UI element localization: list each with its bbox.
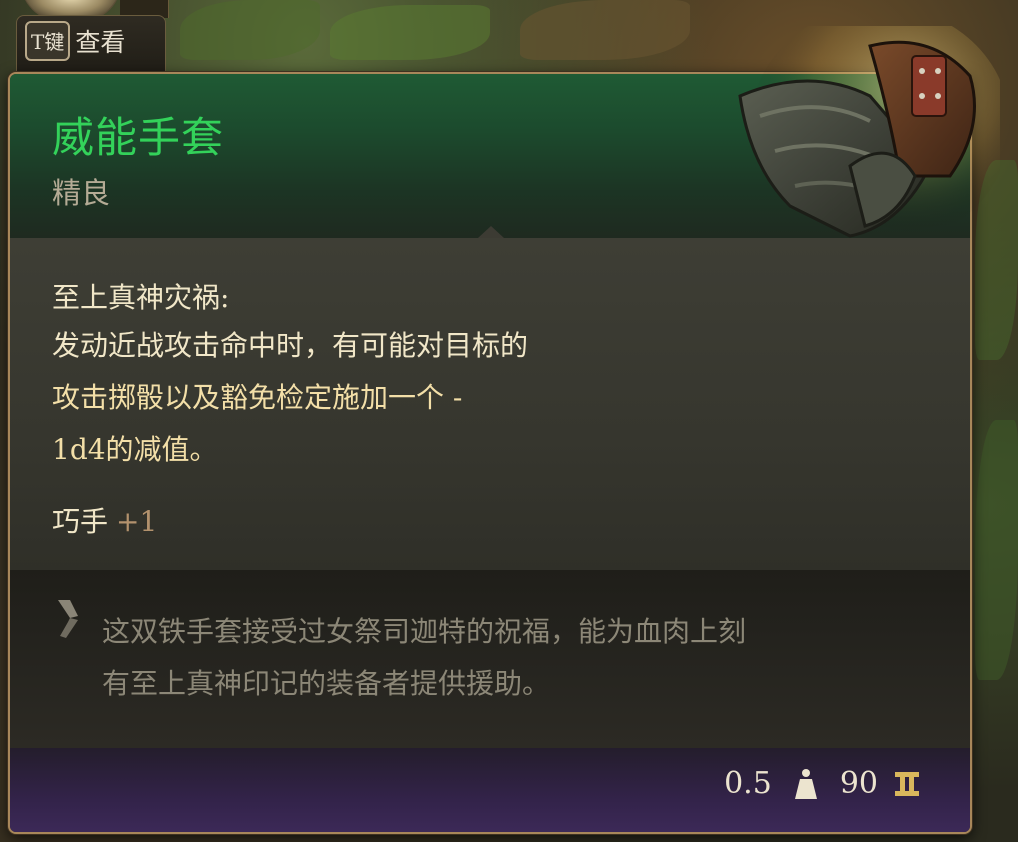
scene-foliage: [520, 0, 690, 60]
scene-foliage: [330, 5, 490, 60]
stat-value: +1: [116, 505, 158, 538]
examine-label: 查看: [75, 27, 126, 57]
passive-title: 至上真神灾祸:: [52, 281, 230, 314]
lore-line: 这双铁手套接受过女祭司迦特的祝福，能为血肉上刻: [102, 615, 747, 648]
coin-icon: [895, 771, 919, 796]
item-price: 90: [839, 766, 878, 801]
passive-line: 1d4的减值。: [52, 433, 218, 466]
lore-section: 这双铁手套接受过女祭司迦特的祝福，能为血肉上刻 有至上真神印记的装备者提供援助。: [10, 570, 970, 748]
lore-line: 有至上真神印记的装备者提供援助。: [102, 667, 551, 700]
stat-bonus: 巧手 +1: [52, 500, 157, 540]
lore-text: 这双铁手套接受过女祭司迦特的祝福，能为血肉上刻 有至上真神印记的装备者提供援助。: [102, 606, 942, 710]
scroll-icon: [58, 600, 78, 638]
item-name: 威能手套: [52, 113, 225, 162]
examine-key-hint[interactable]: T键 查看: [16, 15, 166, 71]
tooltip-body: 至上真神灾祸: 发动近战攻击命中时，有可能对目标的 攻击掷骰以及豁免检定施加一个…: [10, 238, 970, 570]
key-cap-t: T键: [25, 20, 71, 61]
passive-line: 发动近战攻击命中时，有可能对目标的: [52, 329, 529, 362]
passive-line: 攻击掷骰以及豁免检定施加一个 -: [52, 381, 463, 414]
scene-foliage: [975, 420, 1018, 680]
stat-name: 巧手: [52, 505, 109, 538]
item-weight: 0.5: [724, 766, 772, 801]
tooltip-footer: 0.5 90: [10, 748, 970, 832]
item-rarity: 精良: [52, 176, 111, 210]
gauntlet-icon: [738, 26, 1000, 246]
weight-icon: [794, 768, 817, 799]
scene-foliage: [180, 0, 320, 60]
passive-description: 发动近战攻击命中时，有可能对目标的 攻击掷骰以及豁免检定施加一个 - 1d4的减…: [52, 320, 692, 476]
item-value-row: 0.5 90: [724, 766, 920, 801]
